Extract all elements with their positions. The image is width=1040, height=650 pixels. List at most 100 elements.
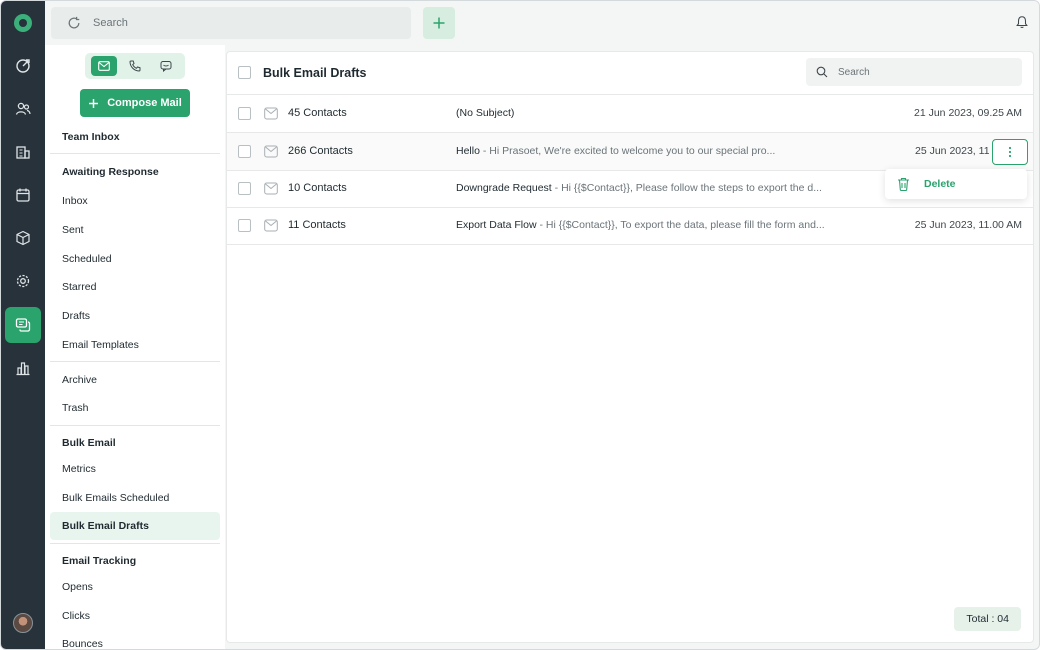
search-icon	[816, 66, 828, 78]
row-subject: Export Data Flow - Hi {{$Contact}}, To e…	[456, 219, 876, 231]
sidebar-item-label: Bulk Email	[62, 437, 116, 449]
draft-mail-icon	[264, 107, 278, 120]
row-date: 21 Jun 2023, 09.25 AM	[914, 107, 1022, 119]
companies-icon[interactable]	[7, 136, 39, 168]
sidebar-item-bulk-email[interactable]: Bulk Email	[50, 429, 220, 457]
sidebar-item-label: Starred	[62, 281, 97, 293]
sidebar-item-bulk-emails-scheduled[interactable]: Bulk Emails Scheduled	[50, 484, 220, 512]
chat-channel-tab[interactable]	[153, 56, 179, 76]
sidebar-item-label: Sent	[62, 224, 84, 236]
sidebar-item-inbox[interactable]: Inbox	[50, 187, 220, 215]
contacts-icon[interactable]	[7, 93, 39, 125]
drafts-search-input[interactable]: Search	[806, 58, 1022, 86]
drafts-search-placeholder: Search	[838, 66, 870, 78]
sidebar-item-scheduled[interactable]: Scheduled	[50, 245, 220, 273]
row-subject: Hello - Hi Prasoet, We're excited to wel…	[456, 145, 876, 157]
sidebar-item-metrics[interactable]: Metrics	[50, 455, 220, 483]
sidebar-item-bulk-email-drafts[interactable]: Bulk Email Drafts	[50, 512, 220, 540]
plus-icon	[433, 17, 445, 29]
add-button[interactable]	[423, 7, 455, 39]
phone-channel-tab[interactable]	[122, 56, 148, 76]
sidebar-item-label: Bounces	[62, 638, 103, 650]
divider	[50, 361, 220, 362]
row-subject: (No Subject)	[456, 107, 876, 119]
row-preview: - Hi Prasoet, We're excited to welcome y…	[479, 145, 776, 157]
sidebar-item-label: Bulk Emails Scheduled	[62, 492, 170, 504]
table-row[interactable]: 45 Contacts (No Subject) 21 Jun 2023, 09…	[227, 95, 1033, 133]
sidebar-item-label: Inbox	[62, 195, 88, 207]
sidebar-item-starred[interactable]: Starred	[50, 273, 220, 301]
refresh-search-icon	[68, 16, 80, 29]
row-contacts: 266 Contacts	[288, 145, 353, 157]
sidebar-item-team-inbox[interactable]: Team Inbox	[50, 123, 220, 151]
sidebar-item-archive[interactable]: Archive	[50, 366, 220, 394]
delete-menu-item[interactable]: Delete	[924, 178, 956, 190]
global-search-input[interactable]: Search	[51, 7, 411, 39]
phone-icon	[129, 60, 141, 72]
top-bar: Search	[45, 1, 1039, 45]
chat-icon	[160, 61, 172, 72]
row-preview: - Hi {{$Contact}}, To export the data, p…	[536, 219, 825, 231]
app-window: Search Compose Mail Team Inbox Awaiting …	[0, 0, 1040, 650]
panel-header: Bulk Email Drafts Search	[227, 52, 1033, 95]
sidebar-item-label: Scheduled	[62, 253, 112, 265]
sidebar-item-label: Email Tracking	[62, 555, 137, 567]
logo	[14, 14, 32, 32]
calendar-icon[interactable]	[7, 179, 39, 211]
draft-mail-icon	[264, 219, 278, 232]
row-checkbox[interactable]	[238, 182, 251, 195]
sidebar-item-clicks[interactable]: Clicks	[50, 602, 220, 630]
drafts-panel: Bulk Email Drafts Search 45 Contacts (No…	[226, 51, 1034, 643]
row-subject-title: Downgrade Request	[456, 182, 552, 194]
kebab-menu-icon	[1008, 146, 1012, 158]
row-subject-title: (No Subject)	[456, 107, 515, 119]
trash-icon	[898, 177, 909, 191]
sidebar-item-label: Opens	[62, 581, 93, 593]
deals-icon[interactable]	[7, 50, 39, 82]
sidebar-item-email-tracking[interactable]: Email Tracking	[50, 547, 220, 575]
row-action-menu: Delete	[885, 169, 1027, 199]
bell-icon[interactable]	[1015, 15, 1029, 29]
left-rail	[1, 1, 45, 649]
sidebar: Compose Mail Team Inbox Awaiting Respons…	[45, 45, 225, 650]
row-checkbox[interactable]	[238, 107, 251, 120]
sidebar-item-label: Metrics	[62, 463, 96, 475]
table-row[interactable]: 266 Contacts Hello - Hi Prasoet, We're e…	[227, 133, 1033, 171]
row-contacts: 11 Contacts	[288, 219, 346, 231]
compose-mail-button[interactable]: Compose Mail	[80, 89, 190, 117]
channel-switcher	[85, 53, 185, 79]
divider	[50, 543, 220, 544]
row-checkbox[interactable]	[238, 145, 251, 158]
sidebar-item-awaiting-response[interactable]: Awaiting Response	[50, 158, 220, 186]
row-contacts: 10 Contacts	[288, 182, 347, 194]
total-badge: Total : 04	[954, 607, 1021, 631]
reports-icon[interactable]	[7, 352, 39, 384]
sidebar-item-bounces[interactable]: Bounces	[50, 630, 220, 650]
row-actions-button[interactable]	[992, 139, 1028, 165]
email-channel-tab[interactable]	[90, 56, 117, 76]
sidebar-item-email-templates[interactable]: Email Templates	[50, 331, 220, 359]
avatar[interactable]	[13, 613, 33, 633]
sidebar-item-trash[interactable]: Trash	[50, 394, 220, 422]
row-checkbox[interactable]	[238, 219, 251, 232]
draft-mail-icon	[264, 145, 278, 158]
sidebar-item-drafts[interactable]: Drafts	[50, 302, 220, 330]
sidebar-item-sent[interactable]: Sent	[50, 216, 220, 244]
sidebar-item-label: Archive	[62, 374, 98, 386]
sidebar-item-label: Clicks	[62, 610, 90, 622]
row-subject-title: Hello	[456, 145, 480, 157]
table-row[interactable]: 11 Contacts Export Data Flow - Hi {{$Con…	[227, 207, 1033, 245]
mail-icon	[97, 61, 110, 71]
sidebar-item-label: Trash	[62, 402, 89, 414]
sidebar-item-label: Email Templates	[62, 339, 139, 351]
row-contacts: 45 Contacts	[288, 107, 347, 119]
row-subject-title: Export Data Flow	[456, 219, 537, 231]
select-all-checkbox[interactable]	[238, 66, 251, 79]
sidebar-item-opens[interactable]: Opens	[50, 573, 220, 601]
settings-icon[interactable]	[7, 265, 39, 297]
sidebar-item-label: Drafts	[62, 310, 91, 322]
sidebar-item-label: Team Inbox	[62, 131, 120, 143]
products-icon[interactable]	[7, 222, 39, 254]
messages-icon[interactable]	[5, 307, 41, 343]
row-date: 25 Jun 2023, 11.00 AM	[914, 219, 1022, 231]
